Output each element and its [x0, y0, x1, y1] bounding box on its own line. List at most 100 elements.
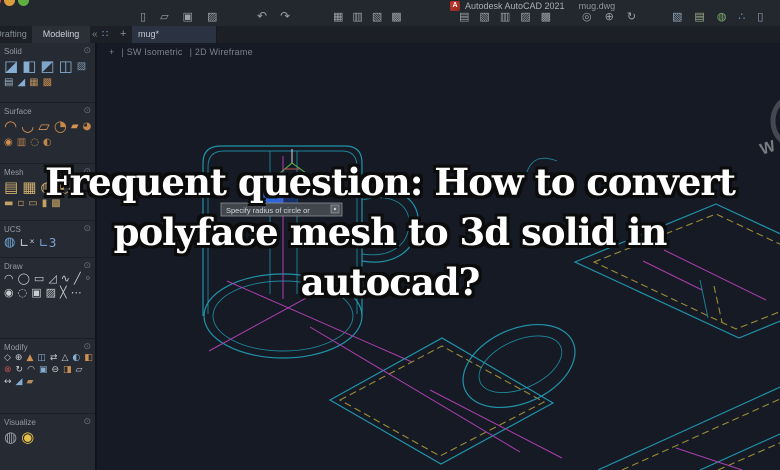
- fillet-edge-icon[interactable]: ▩: [43, 77, 52, 88]
- panel-surface: Surface ⊙ ◠ ◡ ▱ ◔ ▰ ◕ ◉ ▥ ◌ ◐: [0, 103, 95, 164]
- panel-options-icon[interactable]: ⊙: [83, 342, 91, 352]
- sweep-icon[interactable]: ▰: [26, 377, 33, 388]
- export-icon[interactable]: ▨: [520, 10, 530, 23]
- slice-icon[interactable]: ◢: [17, 77, 25, 88]
- surface-trim-icon[interactable]: ▥: [17, 137, 26, 148]
- mirror-icon[interactable]: ◫: [37, 353, 46, 364]
- panel-options-icon[interactable]: ⊙: [83, 417, 91, 427]
- stretch-icon[interactable]: ◨: [63, 365, 72, 376]
- document-title-text: mug.dwg: [578, 0, 616, 11]
- surface-planar-icon[interactable]: ▱: [38, 118, 50, 135]
- toolbar-insert-group: ▤ ▧ ▥ ▨ ▩: [459, 10, 551, 23]
- orbit-icon[interactable]: ↻: [627, 10, 636, 23]
- insert-block-icon[interactable]: ▤: [459, 10, 469, 23]
- panel-solid: Solid ⊙ ◪ ◧ ◩ ◫ ▧ ▤ ◢ ▦ ▩: [0, 43, 95, 103]
- toolbar-tools-group: ▧ ▤ ◍ ∴ ▯: [672, 10, 763, 23]
- surface-patch-icon[interactable]: ◔: [54, 118, 67, 135]
- title-bar: A Autodesk AutoCAD 2021 mug.dwg ▯ ▱ ▣ ▨ ↶ ↷ …: [0, 0, 780, 27]
- file-tab-mug[interactable]: mug*: [132, 26, 217, 43]
- surface-offset-icon[interactable]: ◕: [83, 121, 92, 132]
- save-icon[interactable]: ▣: [183, 10, 193, 23]
- light-icon[interactable]: ◉: [21, 429, 34, 446]
- workspace-tab-modeling[interactable]: Modeling: [32, 26, 90, 43]
- surface-loft-icon[interactable]: ◡: [21, 118, 34, 135]
- refresh-icon[interactable]: ◍: [717, 10, 727, 23]
- tab-bar: Drafting Modeling « ∷ + mug*: [0, 26, 780, 43]
- union-icon[interactable]: ◩: [40, 58, 54, 75]
- measure-icon[interactable]: ▤: [694, 10, 704, 23]
- move-icon[interactable]: ⊕: [15, 353, 23, 364]
- viewport-view-control[interactable]: | SW Isometric: [121, 47, 182, 57]
- surface-network-icon[interactable]: ◠: [4, 118, 17, 135]
- rotate-3d-icon[interactable]: ↻: [16, 365, 24, 376]
- erase-icon[interactable]: ⊗: [4, 365, 12, 376]
- surface-sculpt-icon[interactable]: ◐: [43, 137, 52, 148]
- workspace-tab-drafting[interactable]: Drafting: [0, 26, 36, 43]
- sheet-set-icon[interactable]: ▯: [757, 10, 763, 23]
- group-icon[interactable]: ∴: [738, 10, 745, 23]
- headline-line-3: autocad?: [300, 260, 481, 304]
- extend-icon[interactable]: ▣: [39, 365, 48, 376]
- rotate-icon[interactable]: ▲: [26, 353, 33, 364]
- scale-icon[interactable]: △: [61, 353, 68, 364]
- panel-title: Visualize: [4, 417, 36, 427]
- new-file-icon[interactable]: ▯: [140, 10, 146, 23]
- explode-icon[interactable]: ▱: [76, 365, 83, 376]
- collapse-tabs-icon[interactable]: «: [92, 26, 98, 43]
- box-icon[interactable]: ◪: [4, 58, 18, 75]
- panel-title: Modify: [4, 342, 28, 352]
- chamfer-icon[interactable]: ◧: [84, 353, 93, 364]
- panel-options-icon[interactable]: ⊙: [83, 106, 91, 116]
- toolbar-navigate-group: ◎ ⊕ ↻: [582, 10, 636, 23]
- headline-line-2: polyface mesh to 3d solid in: [113, 210, 668, 254]
- redo-icon[interactable]: ↷: [280, 10, 290, 23]
- panel-title: Surface: [4, 106, 32, 116]
- pan-icon[interactable]: ⊕: [605, 10, 614, 23]
- align-3d-icon[interactable]: ◇: [4, 353, 11, 364]
- page-setup-icon[interactable]: ▧: [372, 10, 382, 23]
- offset-icon[interactable]: ⊖: [51, 365, 59, 376]
- viewport-controls: + | SW Isometric | 2D Wireframe: [109, 47, 253, 57]
- slice-solid-icon[interactable]: ◢: [16, 377, 23, 388]
- fillet-icon[interactable]: ◐: [72, 353, 80, 364]
- viewport-menu-button[interactable]: +: [109, 47, 114, 57]
- trim-icon[interactable]: ◠: [27, 365, 35, 376]
- viewport-visual-style-control[interactable]: | 2D Wireframe: [190, 47, 253, 57]
- zoom-window-button[interactable]: [18, 0, 29, 6]
- presspull-icon[interactable]: ◫: [59, 58, 73, 75]
- undo-icon[interactable]: ↶: [257, 10, 267, 23]
- subtract-icon[interactable]: ▧: [77, 61, 86, 72]
- print-preview-icon[interactable]: ▥: [352, 10, 362, 23]
- panel-options-icon[interactable]: ⊙: [83, 46, 91, 56]
- open-folder-icon[interactable]: ▱: [160, 10, 168, 23]
- zoom-icon[interactable]: ◎: [582, 10, 592, 23]
- shell-icon[interactable]: ▦: [29, 77, 38, 88]
- intersect-icon[interactable]: ▤: [4, 77, 13, 88]
- toolbar-history-group: ↶ ↷: [257, 10, 290, 23]
- layout-grid-icon[interactable]: ∷: [102, 26, 108, 43]
- toolbar-print-group: ▦ ▥ ▧ ▩: [333, 10, 402, 23]
- import-icon[interactable]: ▥: [500, 10, 510, 23]
- surface-blend-icon[interactable]: ▰: [71, 121, 79, 132]
- close-window-button[interactable]: [0, 0, 1, 6]
- array-icon[interactable]: ⇄: [50, 353, 58, 364]
- attach-reference-icon[interactable]: ▧: [479, 10, 489, 23]
- extrude-icon[interactable]: ◧: [22, 58, 36, 75]
- plot-settings-icon[interactable]: ▩: [391, 10, 401, 23]
- surface-untrim-icon[interactable]: ◌: [30, 137, 39, 148]
- save-as-icon[interactable]: ▨: [207, 10, 217, 23]
- panel-title: Solid: [4, 46, 22, 56]
- layers-icon[interactable]: ▧: [672, 10, 682, 23]
- headline-line-1: Frequent question: How to convert: [45, 160, 736, 204]
- minimize-window-button[interactable]: [4, 0, 15, 6]
- panel-visualize: Visualize ⊙ ◍ ◉: [0, 414, 95, 449]
- print-icon[interactable]: ▦: [333, 10, 343, 23]
- new-drawing-tab-button[interactable]: +: [120, 26, 126, 43]
- headline-overlay: Frequent question: How to convert polyfa…: [0, 157, 780, 307]
- properties-icon[interactable]: ▩: [541, 10, 551, 23]
- panel-modify: Modify ⊙ ◇ ⊕ ▲ ◫ ⇄ △ ◐ ◧ ⊗ ↻ ◠ ▣ ⊖ ◨ ▱ ↔ ◢ ▰: [0, 339, 95, 414]
- surface-fillet-icon[interactable]: ◉: [4, 137, 13, 148]
- app-title-text: Autodesk AutoCAD 2021: [465, 0, 565, 11]
- lengthen-icon[interactable]: ↔: [4, 377, 12, 388]
- materials-icon[interactable]: ◍: [4, 429, 17, 446]
